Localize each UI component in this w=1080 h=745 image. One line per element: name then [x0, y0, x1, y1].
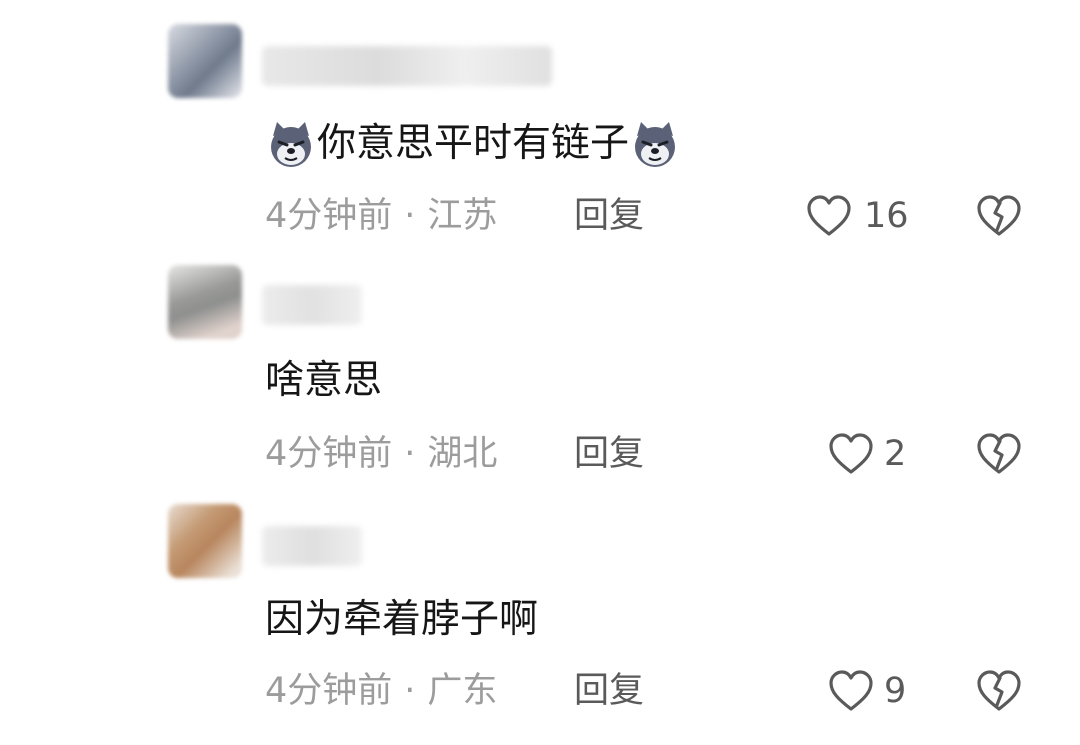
broken-heart-icon: [977, 195, 1021, 236]
comment-text-body: 因为牵着脖子啊: [265, 597, 539, 642]
meta-separator: ·: [404, 434, 416, 474]
dislike-button[interactable]: [976, 432, 1022, 480]
comment-text: 因为牵着脖子啊: [265, 596, 538, 644]
like-count: 16: [864, 196, 909, 236]
dislike-button[interactable]: [976, 194, 1022, 242]
dislike-button[interactable]: [976, 669, 1022, 717]
comment-item: 因为牵着脖子啊 4分钟前 · 广东 回复 9: [0, 490, 1080, 745]
username-blurred[interactable]: [262, 285, 362, 325]
heart-outline-icon: [807, 195, 851, 236]
wolf-emoji-icon: [635, 122, 676, 167]
like-button[interactable]: 16: [806, 194, 909, 238]
username-blurred[interactable]: [262, 526, 362, 566]
comment-meta: 4分钟前 · 江苏: [265, 196, 497, 236]
username-blurred[interactable]: [262, 46, 552, 86]
comment-item: 啥意思 4分钟前 · 湖北 回复 2: [0, 245, 1080, 490]
like-count: 9: [884, 671, 907, 711]
reply-button[interactable]: 回复: [574, 671, 644, 711]
comment-time: 4分钟前: [265, 434, 393, 474]
comment-location: 广东: [427, 671, 498, 711]
like-count: 2: [884, 434, 907, 474]
broken-heart-icon: [977, 433, 1021, 474]
comment-time: 4分钟前: [265, 196, 393, 236]
comment-meta: 4分钟前 · 广东: [265, 671, 497, 711]
comment-time: 4分钟前: [265, 671, 393, 711]
comment-location: 湖北: [427, 434, 498, 474]
comment-text: 啥意思: [265, 357, 382, 405]
like-button[interactable]: 2: [828, 432, 906, 476]
reply-button[interactable]: 回复: [574, 434, 644, 474]
heart-outline-icon: [829, 670, 873, 711]
comment-location: 江苏: [427, 196, 498, 236]
reply-button[interactable]: 回复: [574, 196, 644, 236]
heart-outline-icon: [829, 433, 873, 474]
like-button[interactable]: 9: [828, 669, 906, 713]
broken-heart-icon: [977, 670, 1021, 711]
avatar[interactable]: [168, 24, 242, 98]
comment-text: 你意思平时有链子: [265, 118, 681, 170]
comment-text-body: 你意思平时有链子: [317, 121, 630, 166]
meta-separator: ·: [404, 196, 416, 236]
comment-meta: 4分钟前 · 湖北: [265, 434, 497, 474]
avatar[interactable]: [168, 504, 242, 578]
wolf-emoji-icon: [271, 122, 311, 167]
meta-separator: ·: [404, 671, 416, 711]
comment-text-body: 啥意思: [265, 358, 383, 403]
comment-item: 你意思平时有链子 4分钟前 · 江苏 回复 16: [0, 0, 1080, 245]
avatar[interactable]: [168, 265, 242, 339]
